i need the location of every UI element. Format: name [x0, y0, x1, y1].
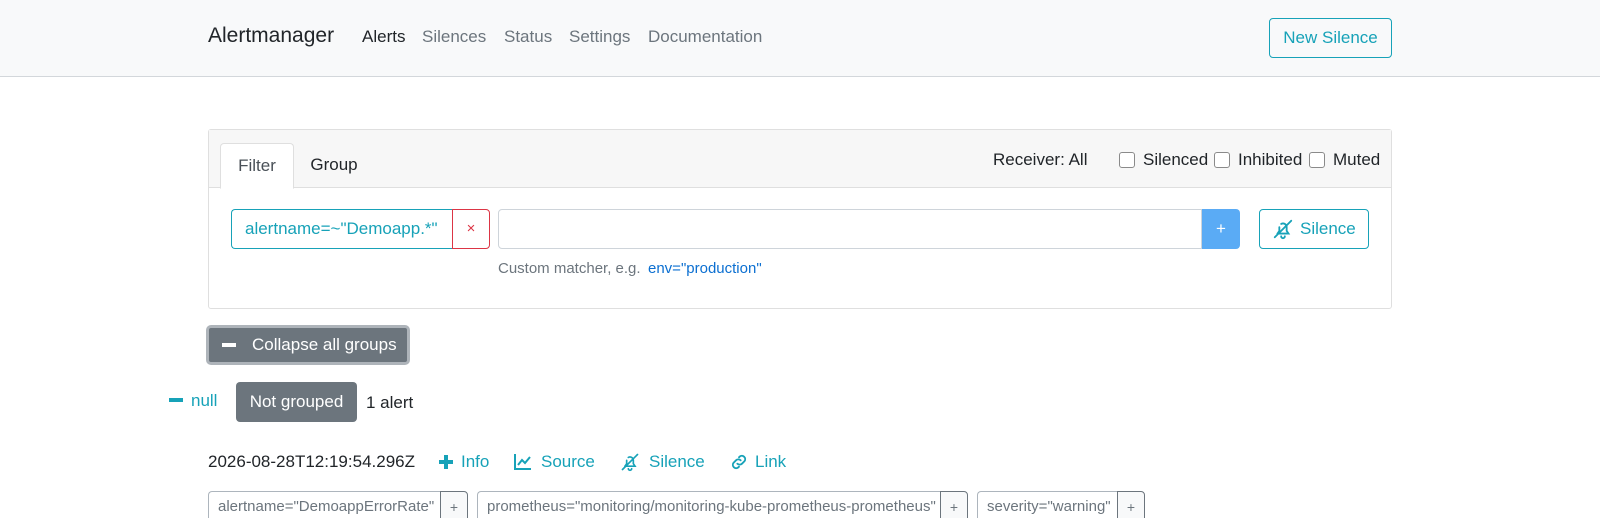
link-icon — [731, 454, 747, 470]
nav-link-documentation[interactable]: Documentation — [648, 27, 762, 47]
receiver-selector[interactable]: Receiver: All — [993, 150, 1087, 170]
alert-count: 1 alert — [366, 393, 414, 412]
add-matcher-button[interactable]: + — [1202, 209, 1240, 249]
alert-link-button[interactable]: Link — [755, 452, 786, 472]
filter-silence-button[interactable]: Silence — [1259, 209, 1369, 249]
nav-link-settings[interactable]: Settings — [569, 27, 630, 47]
label-prometheus-add-button[interactable]: + — [940, 491, 968, 518]
new-silence-button[interactable]: New Silence — [1269, 18, 1392, 58]
brand-logo-text[interactable]: Alertmanager — [208, 24, 334, 48]
chart-line-icon — [514, 454, 531, 470]
label-alertname-add-button[interactable]: + — [440, 491, 468, 518]
bell-slash-icon — [1273, 219, 1293, 240]
bell-slash-icon — [621, 453, 639, 472]
filter-card-header: Filter Group Receiver: All Silenced Inhi… — [209, 130, 1391, 189]
group-collapse-icon[interactable] — [169, 398, 183, 402]
alert-timestamp: 2026-08-28T12:19:54.296Z — [208, 452, 415, 471]
silenced-label[interactable]: Silenced — [1143, 150, 1208, 170]
tab-filter[interactable]: Filter — [220, 143, 294, 189]
minus-icon — [222, 343, 236, 347]
nav-link-silences[interactable]: Silences — [422, 27, 486, 47]
custom-matcher-input[interactable] — [498, 209, 1202, 249]
matcher-hint-example[interactable]: env="production" — [648, 260, 762, 277]
remove-matcher-button[interactable]: × — [452, 209, 490, 249]
label-severity[interactable]: severity="warning" — [977, 491, 1117, 518]
inhibited-label[interactable]: Inhibited — [1238, 150, 1302, 170]
collapse-all-label: Collapse all groups — [252, 335, 397, 354]
nav-link-alerts[interactable]: Alerts — [362, 27, 405, 47]
label-prometheus[interactable]: prometheus="monitoring/monitoring-kube-p… — [477, 491, 941, 518]
tab-group[interactable]: Group — [309, 143, 359, 189]
label-alertname[interactable]: alertname="DemoappErrorRate" — [208, 491, 441, 518]
muted-label[interactable]: Muted — [1333, 150, 1380, 170]
alert-source-button[interactable]: Source — [541, 452, 595, 472]
nav-link-status[interactable]: Status — [504, 27, 552, 47]
label-severity-add-button[interactable]: + — [1117, 491, 1145, 518]
silenced-checkbox[interactable] — [1119, 152, 1135, 168]
alert-silence-button[interactable]: Silence — [649, 452, 705, 472]
muted-checkbox[interactable] — [1309, 152, 1325, 168]
navbar: Alertmanager Alerts Silences Status Sett… — [0, 0, 1600, 77]
inhibited-checkbox[interactable] — [1214, 152, 1230, 168]
filter-silence-label: Silence — [1300, 219, 1356, 238]
active-matcher-chip[interactable]: alertname=~"Demoapp.*" — [231, 209, 452, 249]
collapse-all-groups-button[interactable]: Collapse all groups — [206, 325, 410, 365]
matcher-hint-text: Custom matcher, e.g. — [498, 260, 641, 277]
not-grouped-badge: Not grouped — [236, 382, 357, 422]
filter-card: Filter Group Receiver: All Silenced Inhi… — [208, 129, 1392, 309]
group-name-link[interactable]: null — [191, 391, 217, 411]
alert-info-button[interactable]: Info — [461, 452, 489, 472]
plus-icon — [439, 455, 453, 469]
